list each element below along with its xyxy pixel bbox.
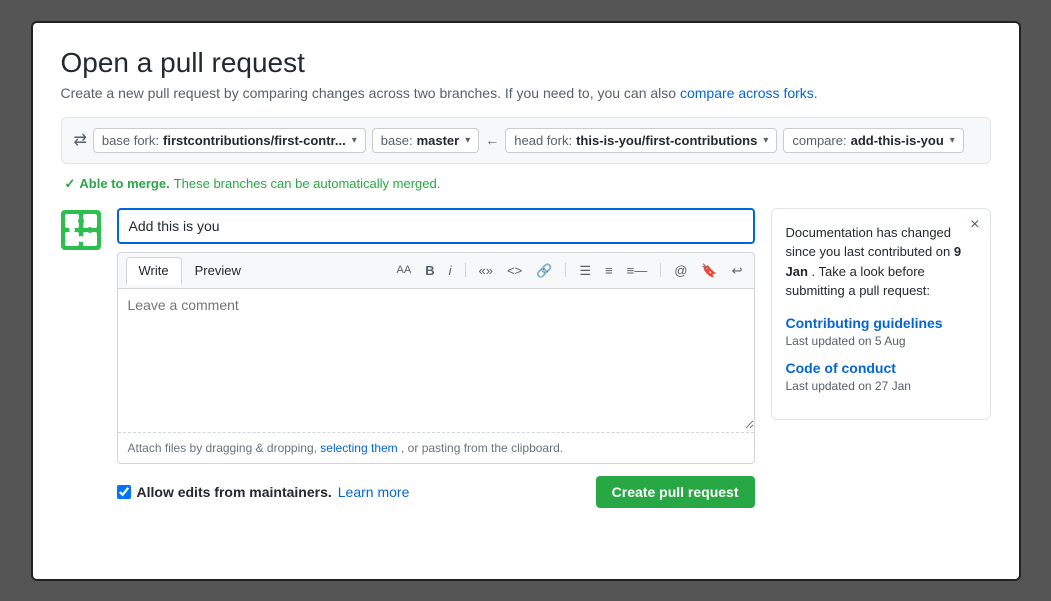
edits-checkbox[interactable] — [117, 485, 131, 499]
main-content: Write Preview AA B i «» <> 🔗 ☰ ≡ — [61, 208, 991, 508]
tab-group: Write Preview — [126, 257, 254, 284]
format-italic[interactable]: i — [446, 262, 455, 279]
selecting-link[interactable]: selecting them — [320, 441, 397, 455]
base-arrow: ▾ — [465, 135, 470, 146]
base-fork-select[interactable]: base fork: firstcontributions/first-cont… — [93, 128, 366, 153]
form-area: Write Preview AA B i «» <> 🔗 ☰ ≡ — [117, 208, 755, 508]
code-of-conduct-link[interactable]: Code of conduct — [786, 360, 976, 376]
close-icon[interactable]: × — [970, 217, 979, 233]
format-bold[interactable]: B — [422, 262, 437, 279]
format-link[interactable]: 🔗 — [533, 262, 555, 279]
page-title: Open a pull request — [61, 47, 991, 79]
format-quote[interactable]: «» — [476, 262, 496, 279]
create-pr-button[interactable]: Create pull request — [596, 476, 755, 508]
contributing-guidelines-link[interactable]: Contributing guidelines — [786, 315, 976, 331]
form-footer: Allow edits from maintainers. Learn more… — [117, 476, 755, 508]
format-code[interactable]: <> — [504, 262, 525, 279]
merge-check-icon: ✓ — [65, 176, 76, 192]
editor-container: Write Preview AA B i «» <> 🔗 ☰ ≡ — [117, 252, 755, 464]
format-reply[interactable]: ↩ — [729, 262, 746, 279]
format-ul[interactable]: ☰ — [576, 262, 594, 279]
format-aa[interactable]: AA — [394, 263, 415, 278]
sync-icon[interactable]: ⇄ — [74, 130, 87, 150]
contributing-guidelines-date: Last updated on 5 Aug — [786, 334, 906, 348]
contributing-guidelines-section: Contributing guidelines Last updated on … — [786, 315, 976, 348]
compare-arrow-icon: ← — [485, 132, 499, 148]
code-of-conduct-section: Code of conduct Last updated on 27 Jan — [786, 360, 976, 393]
comment-textarea[interactable] — [118, 289, 754, 429]
format-sep-2 — [565, 263, 566, 277]
compare-forks-link[interactable]: compare across forks. — [680, 85, 818, 101]
base-select[interactable]: base: master ▾ — [372, 128, 479, 153]
base-fork-arrow: ▾ — [352, 135, 357, 146]
head-fork-select[interactable]: head fork: this-is-you/first-contributio… — [505, 128, 777, 153]
editor-toolbar: Write Preview AA B i «» <> 🔗 ☰ ≡ — [118, 253, 754, 289]
format-sep-3 — [660, 263, 661, 277]
tab-write[interactable]: Write — [126, 257, 182, 285]
format-mention[interactable]: @ — [671, 262, 690, 279]
format-ref[interactable]: 🔖 — [698, 262, 720, 279]
page-subtitle: Create a new pull request by comparing c… — [61, 85, 991, 101]
compare-select[interactable]: compare: add-this-is-you ▾ — [783, 128, 963, 153]
main-window: Open a pull request Create a new pull re… — [31, 21, 1021, 581]
format-sep-1 — [465, 263, 466, 277]
format-tools: AA B i «» <> 🔗 ☰ ≡ ≡— @ 🔖 ↩ — [394, 262, 746, 279]
attach-text: Attach files by dragging & dropping, sel… — [118, 432, 754, 463]
pr-title-input[interactable] — [117, 208, 755, 244]
tab-preview[interactable]: Preview — [182, 257, 254, 284]
head-fork-arrow: ▾ — [763, 135, 768, 146]
branch-bar: ⇄ base fork: firstcontributions/first-co… — [61, 117, 991, 164]
code-of-conduct-date: Last updated on 27 Jan — [786, 379, 911, 393]
format-ol[interactable]: ≡ — [602, 262, 616, 279]
avatar — [61, 210, 101, 250]
compare-arrow: ▾ — [950, 135, 955, 146]
sidebar-body-text: Documentation has changed since you last… — [786, 223, 976, 301]
format-task[interactable]: ≡— — [624, 262, 651, 279]
edits-checkbox-label[interactable]: Allow edits from maintainers. Learn more — [117, 484, 586, 500]
sidebar-panel: × Documentation has changed since you la… — [771, 208, 991, 420]
merge-status: ✓ Able to merge. These branches can be a… — [65, 176, 991, 192]
learn-more-link[interactable]: Learn more — [338, 484, 410, 500]
